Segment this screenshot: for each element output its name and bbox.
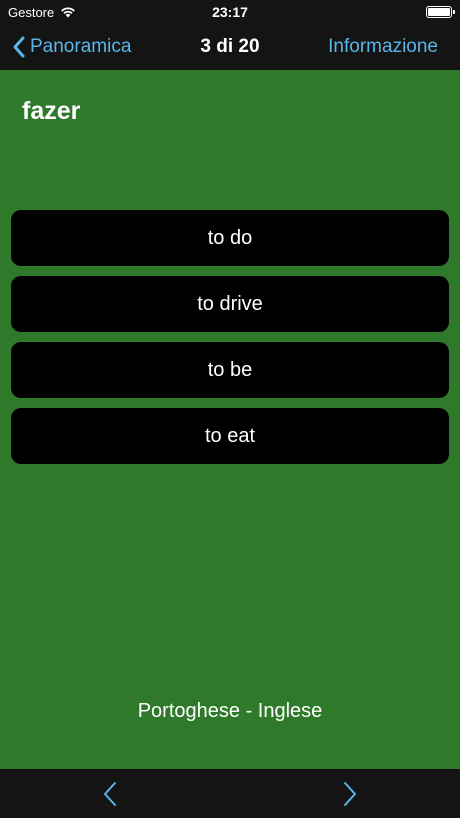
- battery-icon: [426, 6, 455, 18]
- answer-button-4[interactable]: to eat: [11, 408, 449, 464]
- status-left: Gestore: [8, 5, 452, 20]
- back-button[interactable]: Panoramica: [12, 24, 131, 70]
- language-pair-label: Portoghese - Inglese: [137, 700, 323, 722]
- info-button[interactable]: Informazione: [328, 24, 438, 70]
- answer-button-3[interactable]: to be: [11, 342, 449, 398]
- bottom-toolbar: [0, 769, 460, 818]
- chevron-right-icon: [344, 782, 356, 806]
- answer-button-1[interactable]: to do: [11, 210, 449, 266]
- wifi-icon: [61, 7, 76, 18]
- status-bar: Gestore 23:17: [0, 0, 460, 24]
- chevron-left-icon: [104, 782, 116, 806]
- chevron-left-icon: [13, 36, 25, 58]
- next-button[interactable]: [335, 779, 365, 809]
- question-word: fazer: [22, 97, 81, 125]
- carrier-label: Gestore: [8, 4, 55, 20]
- answer-button-2[interactable]: to drive: [11, 276, 449, 332]
- answer-list: to do to drive to be to eat: [11, 210, 449, 474]
- navigation-bar: Panoramica 3 di 20 Informazione: [0, 24, 460, 70]
- previous-button[interactable]: [95, 779, 125, 809]
- back-button-label: Panoramica: [30, 36, 132, 57]
